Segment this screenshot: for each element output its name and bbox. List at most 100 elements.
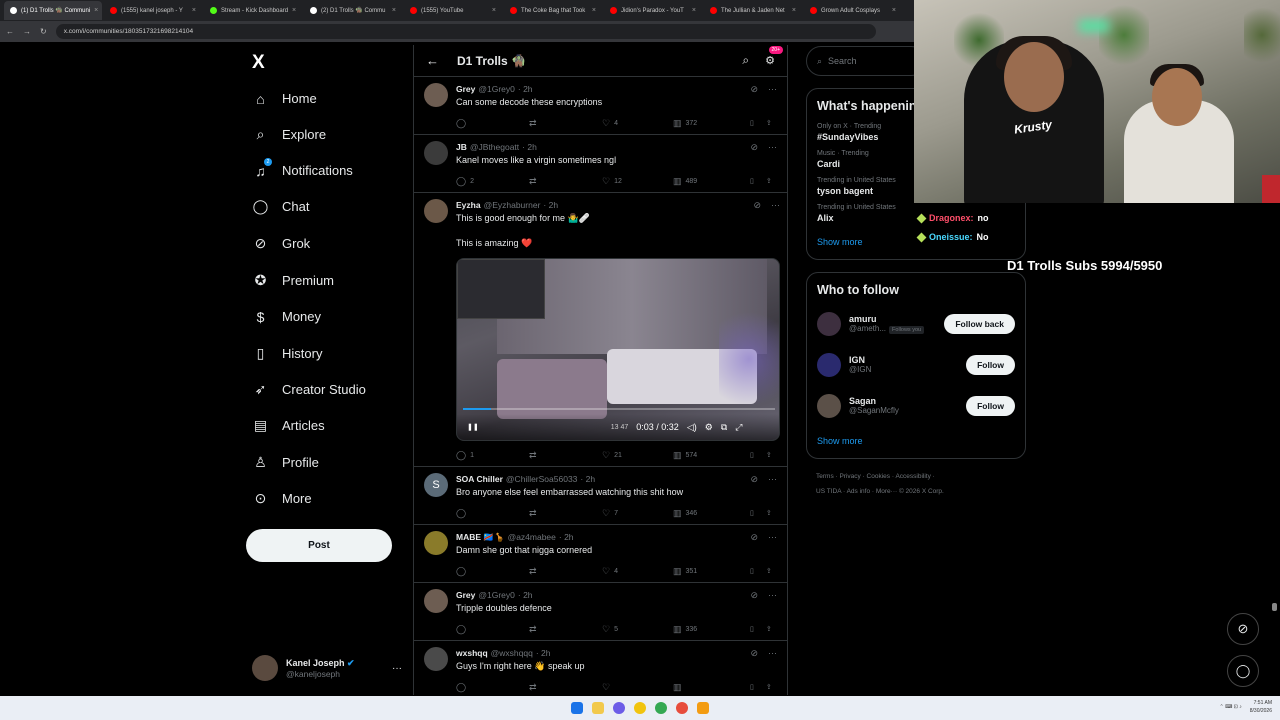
browser-tab[interactable]: Stream - Kick Dashboard × — [204, 1, 302, 20]
more-options-icon[interactable]: ··· — [392, 663, 402, 674]
tweet[interactable]: Eyzha @Eyzhaburner · 2h ⊘ ··· This is good en… — [414, 193, 787, 467]
sidebar-item-chat[interactable]: ◯ Chat — [252, 198, 310, 215]
account-switcher[interactable]: Kanel Joseph ✔ @kaneljoseph ··· — [252, 655, 402, 681]
avatar[interactable] — [424, 199, 448, 223]
like-button[interactable]: ♡ 5 — [602, 624, 673, 635]
sidebar-item-notifications[interactable]: ♫ 2 Notifications — [252, 158, 353, 179]
browser-tab[interactable]: Jidion's Paradox - YouT × — [604, 1, 702, 20]
avatar[interactable] — [817, 352, 841, 377]
author-handle[interactable]: @ChillerSoa56033 — [506, 474, 577, 484]
author-name[interactable]: MABE 🇨🇩🦒 — [456, 532, 505, 543]
browser-tab[interactable]: The Coke Bag that Took × — [504, 1, 602, 20]
tweet[interactable]: JB @JBthegoatt · 2h ⊘ ··· Kanel moves like a … — [414, 135, 787, 193]
author-handle[interactable]: @Eyzhaburner — [484, 200, 541, 210]
more-options-icon[interactable]: ··· — [771, 200, 780, 211]
views-button[interactable]: ▥ 336 — [673, 624, 750, 635]
browser-tab[interactable]: Grown Adult Cosplays × — [804, 1, 902, 20]
tweet[interactable]: wxshqq @wxshqqq · 2h ⊘ ··· Guys I'm right her… — [414, 641, 787, 695]
retweet-button[interactable]: ⇄ — [529, 450, 602, 461]
tab-close-icon[interactable]: × — [94, 7, 98, 14]
views-button[interactable]: ▥ 351 — [673, 566, 750, 577]
back-nav-icon[interactable]: ← — [6, 27, 14, 36]
bookmark-icon[interactable]: ▯ — [750, 567, 754, 575]
grok-icon[interactable]: ⊘ — [750, 474, 758, 485]
sidebar-item-profile[interactable]: ♙ Profile — [252, 454, 319, 471]
views-button[interactable]: ▥ — [673, 682, 750, 693]
avatar[interactable] — [424, 83, 448, 107]
tweet[interactable]: MABE 🇨🇩🦒 @az4mabee · 2h ⊘ ··· Damn she got th… — [414, 525, 787, 583]
follow-suggestion[interactable]: IGN @IGN Follow — [807, 344, 1025, 385]
bookmark-icon[interactable]: ▯ — [750, 177, 754, 185]
follow-suggestion[interactable]: amuru @ameth... Follows you Follow back — [807, 303, 1025, 344]
footer-links[interactable]: Terms · Privacy · Cookies · Accessibilit… — [806, 469, 1026, 499]
reply-button[interactable]: ◯ 2 — [456, 176, 529, 187]
author-name[interactable]: SOA Chiller — [456, 474, 503, 484]
bookmark-icon[interactable]: ▯ — [750, 451, 754, 459]
bookmark-icon[interactable]: ▯ — [750, 119, 754, 127]
sidebar-item-articles[interactable]: ▤ Articles — [252, 417, 325, 434]
share-icon[interactable]: ⇪ — [766, 119, 772, 127]
follow-button[interactable]: Follow back — [944, 313, 1015, 334]
back-arrow-icon[interactable]: ← — [426, 53, 439, 68]
post-button[interactable]: Post — [246, 529, 392, 562]
more-options-icon[interactable]: ··· — [768, 84, 777, 95]
author-name[interactable]: wxshqq — [456, 648, 488, 658]
system-tray[interactable]: ⌃ ⌨ ⊡ ♪ 7:51 AM 8/30/2026 — [1219, 699, 1272, 715]
reply-button[interactable]: ◯ — [456, 508, 529, 519]
reply-button[interactable]: ◯ 1 — [456, 450, 529, 461]
more-options-icon[interactable]: ··· — [768, 590, 777, 601]
app-icon[interactable] — [613, 702, 625, 714]
avatar[interactable]: S — [424, 473, 448, 497]
like-button[interactable]: ♡ 4 — [602, 566, 673, 577]
grok-icon[interactable]: ⊘ — [750, 590, 758, 601]
scrollbar[interactable] — [1272, 603, 1277, 611]
grok-icon[interactable]: ⊘ — [750, 142, 758, 153]
author-handle[interactable]: @1Grey0 — [478, 590, 515, 600]
more-options-icon[interactable]: ··· — [768, 142, 777, 153]
retweet-button[interactable]: ⇄ — [529, 176, 602, 187]
like-button[interactable]: ♡ 21 — [602, 450, 673, 461]
volume-icon[interactable]: ◁) — [687, 422, 697, 433]
search-icon[interactable]: ⌕ — [742, 53, 749, 68]
browser-tab[interactable]: (1555) YouTube × — [404, 1, 502, 20]
app-icon[interactable] — [634, 702, 646, 714]
search-input[interactable]: ⌕ Search — [806, 46, 926, 76]
retweet-button[interactable]: ⇄ — [529, 624, 602, 635]
share-icon[interactable]: ⇪ — [766, 509, 772, 517]
reply-button[interactable]: ◯ — [456, 566, 529, 577]
tab-close-icon[interactable]: × — [792, 7, 796, 14]
tab-close-icon[interactable]: × — [192, 7, 196, 14]
tab-close-icon[interactable]: × — [492, 7, 496, 14]
more-options-icon[interactable]: ··· — [768, 532, 777, 543]
bookmark-icon[interactable]: ▯ — [750, 625, 754, 633]
retweet-button[interactable]: ⇄ — [529, 566, 602, 577]
x-logo-icon[interactable]: X — [252, 52, 265, 74]
reload-icon[interactable]: ↻ — [40, 27, 47, 36]
author-name[interactable]: Grey — [456, 84, 475, 94]
retweet-button[interactable]: ⇄ — [529, 118, 602, 129]
like-button[interactable]: ♡ 12 — [602, 176, 673, 187]
share-icon[interactable]: ⇪ — [766, 683, 772, 691]
reply-button[interactable]: ◯ — [456, 624, 529, 635]
avatar[interactable] — [424, 589, 448, 613]
follow-button[interactable]: Follow — [966, 395, 1015, 416]
more-options-icon[interactable]: ··· — [768, 648, 777, 659]
grok-floating-button[interactable]: ⊘ — [1227, 613, 1259, 645]
browser-tab[interactable]: (1) D1 Trolls 🧌 Communi × — [4, 1, 102, 20]
fullscreen-icon[interactable]: ⤢ — [735, 422, 742, 433]
start-icon[interactable] — [571, 702, 583, 714]
browser-tab[interactable]: (2) D1 Trolls 🧌 Commu × — [304, 1, 402, 20]
sidebar-item-premium[interactable]: ✪ Premium — [252, 272, 334, 289]
avatar[interactable] — [424, 647, 448, 671]
like-button[interactable]: ♡ 7 — [602, 508, 673, 519]
sidebar-item-creator-studio[interactable]: ➶ Creator Studio — [252, 381, 366, 398]
forward-nav-icon[interactable]: → — [23, 27, 31, 36]
browser-tab[interactable]: (1555) kanel joseph - Y × — [104, 1, 202, 20]
follow-button[interactable]: Follow — [966, 354, 1015, 375]
tweet[interactable]: Grey @1Grey0 · 2h ⊘ ··· Tripple doubles defen… — [414, 583, 787, 641]
settings-icon[interactable]: ⚙ — [705, 422, 713, 433]
sidebar-item-money[interactable]: $ Money — [252, 308, 321, 325]
avatar[interactable] — [817, 311, 841, 336]
tweet[interactable]: S SOA Chiller @ChillerSoa56033 · 2h ⊘ ··· Bro … — [414, 467, 787, 525]
app-icon[interactable] — [697, 702, 709, 714]
